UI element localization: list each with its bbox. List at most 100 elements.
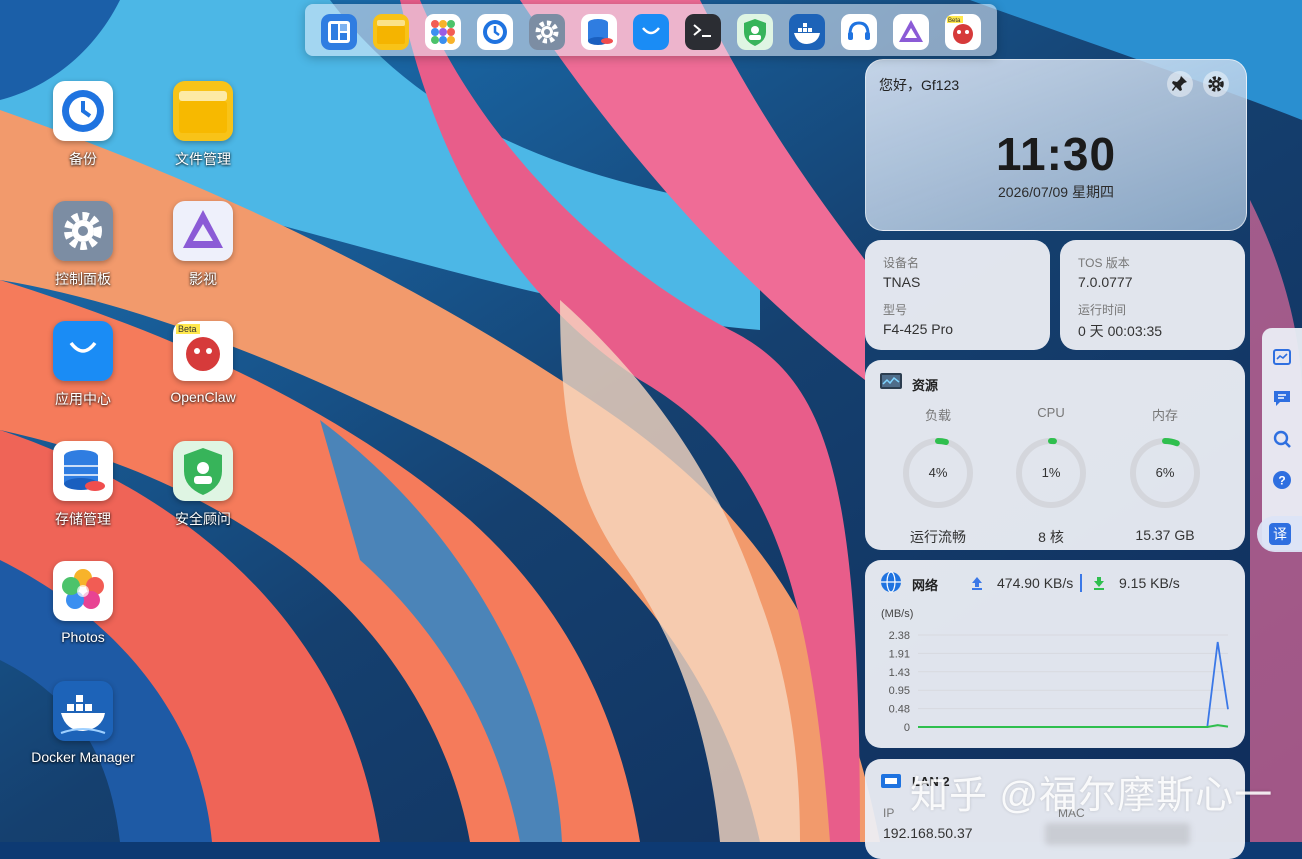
media-icon — [173, 201, 233, 261]
upload-arrow-icon — [972, 577, 982, 590]
clock-widget: 您好，Gf123 11:30 2026/07/09 星期四 — [865, 59, 1247, 231]
backup-icon — [53, 81, 113, 141]
y-tick-label: 1.91 — [889, 648, 910, 660]
y-tick-label: 0.95 — [889, 685, 910, 697]
globe-icon — [881, 571, 901, 593]
device-info-card: 设备名 TNAS 型号 F4-425 Pro — [865, 240, 1050, 350]
uptime-value: 0 天 00:03:35 — [1078, 323, 1163, 339]
gear-icon — [1208, 76, 1224, 92]
translate-button[interactable]: 译 — [1257, 516, 1302, 552]
desktop-icon-storage-manager[interactable]: 存储管理 — [28, 441, 138, 529]
ip-label: IP — [883, 806, 895, 820]
desktop-icon-label: 影视 — [189, 271, 217, 287]
download-speed: 9.15 KB/s — [1119, 575, 1180, 591]
desktop-icon-label: Docker Manager — [31, 749, 135, 765]
desktop-icon-openclaw[interactable]: Beta OpenClaw — [148, 321, 258, 405]
photos-icon — [53, 561, 113, 621]
resources-title: 资源 — [912, 378, 939, 393]
message-button[interactable] — [1270, 386, 1294, 410]
desktop-icon-media[interactable]: 影视 — [148, 201, 258, 289]
network-widget: 网络 474.90 KB/s 9.15 KB/s (MB/s) 2.38 1.91… — [865, 560, 1245, 748]
greeting-text: 您好，Gf123 — [879, 77, 960, 93]
desktop-icon-label: 存储管理 — [55, 511, 111, 527]
upload-speed: 474.90 KB/s — [997, 575, 1074, 591]
gauge-subtext: 15.37 GB — [1135, 527, 1195, 543]
desktop-icon-label: 应用中心 — [55, 391, 111, 407]
chart-unit-label: (MB/s) — [881, 608, 913, 620]
activity-monitor-button[interactable] — [1270, 345, 1294, 369]
cpu-gauge: CPU 1% 8 核 — [1001, 405, 1101, 547]
gauge-label: 负载 — [924, 408, 951, 423]
network-title: 网络 — [912, 578, 939, 593]
resources-widget: 资源 负载 4% 运行流畅 CPU 1% 8 核 内存 6% 15.37 GB — [865, 360, 1245, 550]
openclaw-icon[interactable]: Beta — [945, 14, 981, 50]
help-button[interactable]: ? — [1270, 468, 1294, 492]
tos-version-label: TOS 版本 — [1078, 256, 1130, 270]
translate-icon: 译 — [1269, 523, 1291, 545]
gauge-subtext: 运行流畅 — [910, 529, 966, 545]
device-model-label: 型号 — [883, 303, 908, 317]
folder-icon — [173, 81, 233, 141]
divider — [1080, 574, 1082, 592]
message-icon — [1274, 391, 1290, 406]
network-chart: (MB/s) 2.38 1.91 1.43 0.95 0.48 0 — [881, 608, 1229, 734]
pin-icon — [1172, 76, 1187, 91]
gauge-value: 4% — [928, 465, 948, 480]
gauge-label: CPU — [1037, 405, 1065, 420]
device-name-value: TNAS — [883, 274, 921, 290]
gauge-label: 内存 — [1151, 408, 1178, 423]
system-info-card: TOS 版本 7.0.0777 运行时间 0 天 00:03:35 — [1060, 240, 1245, 350]
memory-gauge: 内存 6% 15.37 GB — [1115, 405, 1215, 543]
gauge-value: 1% — [1041, 465, 1061, 480]
download-series-line — [918, 724, 1229, 728]
headset-icon[interactable] — [841, 14, 877, 50]
storage-icon[interactable] — [581, 14, 617, 50]
download-arrow-icon — [1094, 577, 1104, 590]
beta-badge: Beta — [948, 18, 961, 24]
gear-icon — [53, 201, 113, 261]
clock-date: 2026/07/09 星期四 — [998, 184, 1114, 200]
app-grid-icon[interactable] — [425, 14, 461, 50]
desktop-icon-control-panel[interactable]: 控制面板 — [28, 201, 138, 289]
y-tick-label: 0 — [904, 722, 910, 734]
y-tick-label: 0.48 — [889, 704, 910, 716]
gear-icon[interactable] — [529, 14, 565, 50]
network-port-icon — [881, 774, 901, 788]
search-icon — [1273, 430, 1291, 448]
gauge-value: 6% — [1155, 465, 1175, 480]
pin-button[interactable] — [1167, 71, 1193, 97]
desktop-icon-label: 安全顾问 — [175, 511, 231, 527]
svg-text:?: ? — [1278, 474, 1285, 488]
uptime-label: 运行时间 — [1078, 303, 1127, 317]
desktop-icon-backup[interactable]: 备份 — [28, 81, 138, 169]
openclaw-icon: Beta — [173, 321, 233, 381]
settings-button[interactable] — [1203, 71, 1229, 97]
desktop-icon-app-center[interactable]: 应用中心 — [28, 321, 138, 409]
help-icon: ? — [1273, 471, 1291, 489]
docker-icon — [53, 681, 113, 741]
shopping-bag-icon[interactable] — [633, 14, 669, 50]
desktop-icon-security-advisor[interactable]: 安全顾问 — [148, 441, 258, 529]
shield-icon — [173, 441, 233, 501]
gauge-subtext: 8 核 — [1038, 529, 1064, 545]
search-button[interactable] — [1270, 427, 1294, 451]
docker-icon[interactable] — [789, 14, 825, 50]
folder-icon[interactable] — [373, 14, 409, 50]
desktop-icon-docker-manager[interactable]: Docker Manager — [28, 681, 138, 765]
desktop-icon-label: Photos — [61, 629, 105, 645]
desktop-layout-icon[interactable] — [321, 14, 357, 50]
desktop-icon-label: OpenClaw — [170, 389, 236, 405]
terminal-icon[interactable] — [685, 14, 721, 50]
device-name-label: 设备名 — [883, 256, 920, 270]
top-dock: Beta — [305, 4, 997, 56]
upload-series-line — [918, 641, 1229, 728]
backup-icon[interactable] — [477, 14, 513, 50]
desktop-icon-photos[interactable]: Photos — [28, 561, 138, 645]
media-icon[interactable] — [893, 14, 929, 50]
y-tick-label: 1.43 — [889, 667, 910, 679]
desktop-icon-file-manager[interactable]: 文件管理 — [148, 81, 258, 169]
y-tick-label: 2.38 — [889, 630, 910, 642]
watermark: 知乎 @福尔摩斯心一 — [910, 775, 1274, 817]
ip-value: 192.168.50.37 — [883, 825, 973, 841]
shield-icon[interactable] — [737, 14, 773, 50]
